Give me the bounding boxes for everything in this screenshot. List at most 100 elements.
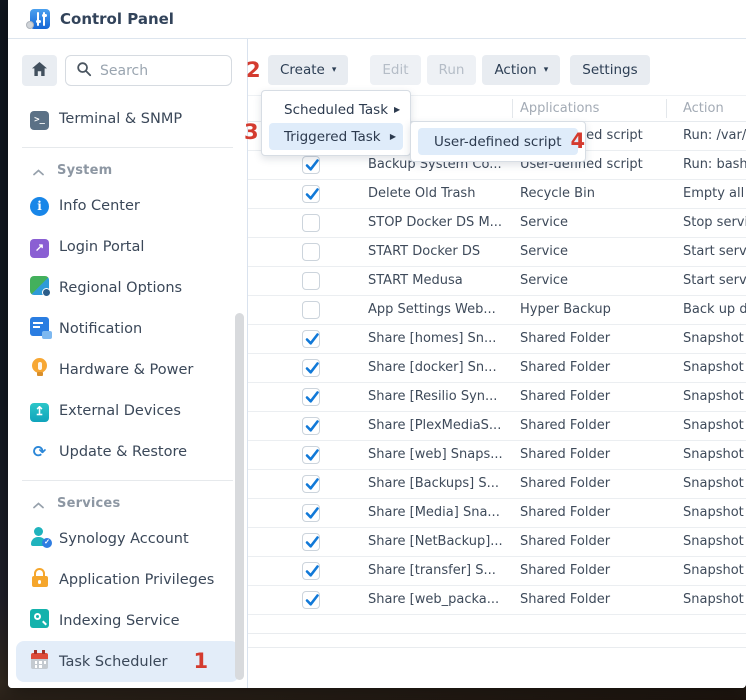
task-name-cell: Share [NetBackup]...	[368, 534, 510, 549]
sidebar-item-external-devices[interactable]: ↥External Devices	[8, 390, 247, 431]
action-cell: Stop servic	[683, 215, 746, 230]
sidebar-item-synology-account[interactable]: ✓Synology Account	[8, 518, 247, 559]
button-label: Create	[280, 62, 325, 78]
column-header-applications[interactable]: Applications	[520, 101, 599, 116]
menu-item-label: Triggered Task	[284, 129, 381, 145]
table-row[interactable]: Share [PlexMediaS...Shared FolderSnapsho…	[248, 412, 746, 441]
action-cell: Run: /var/p	[683, 128, 746, 143]
table-row[interactable]: Share [Resilio Syn...Shared FolderSnapsh…	[248, 383, 746, 412]
task-name-cell: Share [PlexMediaS...	[368, 418, 510, 433]
enabled-checkbox-checked[interactable]	[302, 533, 320, 551]
table-row[interactable]: START Docker DSServiceStart servic	[248, 238, 746, 267]
sidebar-item-update-restore[interactable]: ⟳Update & Restore	[8, 431, 247, 472]
sidebar-item-terminal-snmp[interactable]: >_ Terminal & SNMP	[8, 98, 247, 139]
sidebar-section-services[interactable]: Services	[8, 488, 247, 518]
search-icon	[76, 61, 92, 81]
enabled-checkbox-checked[interactable]	[302, 185, 320, 203]
sidebar-scrollbar[interactable]	[235, 313, 244, 680]
info-center-icon: i	[30, 195, 49, 216]
menu-item-scheduled-task[interactable]: Scheduled Task ▶	[269, 96, 403, 123]
application-privileges-icon	[30, 568, 49, 591]
sidebar-item-label: Terminal & SNMP	[59, 111, 182, 127]
applications-cell: Shared Folder	[520, 331, 664, 346]
table-row[interactable]: Share [Media] Sna...Shared FolderSnapsho…	[248, 499, 746, 528]
task-name-cell: Share [docker] Sn...	[368, 360, 510, 375]
table-row[interactable]: Share [homes] Sn...Shared FolderSnapshot	[248, 325, 746, 354]
sidebar-item-label: Indexing Service	[59, 613, 180, 629]
enabled-checkbox-checked[interactable]	[302, 475, 320, 493]
action-cell: Back up da	[683, 302, 746, 317]
action-cell: Start servic	[683, 273, 746, 288]
applications-cell: Recycle Bin	[520, 186, 664, 201]
enabled-checkbox-unchecked[interactable]	[302, 243, 320, 261]
sidebar-item-login-portal[interactable]: ↗Login Portal	[8, 226, 247, 267]
table-row[interactable]: Share [Backups] S...Shared FolderSnapsho…	[248, 470, 746, 499]
action-button[interactable]: Action▾	[482, 55, 560, 85]
enabled-checkbox-checked[interactable]	[302, 591, 320, 609]
annotation-step-1: 1	[194, 651, 209, 672]
table-row[interactable]: App Settings Web...Hyper BackupBack up d…	[248, 296, 746, 325]
enabled-checkbox-checked[interactable]	[302, 330, 320, 348]
task-name-cell: Share [web_packa...	[368, 592, 510, 607]
menu-item-label: Scheduled Task	[284, 102, 388, 118]
applications-cell: Shared Folder	[520, 592, 664, 607]
enabled-checkbox-unchecked[interactable]	[302, 214, 320, 232]
enabled-checkbox-checked[interactable]	[302, 446, 320, 464]
sidebar-item-info-center[interactable]: i Info Center	[8, 185, 247, 226]
enabled-checkbox-checked[interactable]	[302, 388, 320, 406]
regional-options-icon	[30, 276, 49, 299]
create-button[interactable]: Create▾	[268, 55, 348, 85]
action-cell: Snapshot	[683, 360, 746, 375]
search-input[interactable]: Search	[65, 55, 232, 86]
table-row[interactable]: Share [web_packa...Shared FolderSnapshot	[248, 586, 746, 615]
sidebar-section-system[interactable]: System	[8, 155, 247, 185]
applications-cell: Shared Folder	[520, 476, 664, 491]
annotation-step-3: 3	[244, 122, 259, 143]
sidebar-item-task-scheduler[interactable]: Task Scheduler1	[16, 641, 239, 682]
settings-button[interactable]: Settings	[570, 55, 649, 85]
applications-cell: Shared Folder	[520, 563, 664, 578]
enabled-checkbox-checked[interactable]	[302, 156, 320, 174]
menu-item-triggered-task[interactable]: Triggered Task ▶	[269, 123, 403, 150]
task-name-cell: Delete Old Trash	[368, 186, 510, 201]
task-name-cell: START Medusa	[368, 273, 510, 288]
task-name-cell: START Docker DS	[368, 244, 510, 259]
button-label: Run	[439, 62, 465, 78]
annotation-step-2: 2	[246, 60, 261, 81]
applications-cell: Shared Folder	[520, 389, 664, 404]
table-row[interactable]: Share [web] Snaps...Shared FolderSnapsho…	[248, 441, 746, 470]
enabled-checkbox-checked[interactable]	[302, 359, 320, 377]
enabled-checkbox-unchecked[interactable]	[302, 301, 320, 319]
enabled-checkbox-unchecked[interactable]	[302, 272, 320, 290]
sidebar-item-indexing-service[interactable]: Indexing Service	[8, 600, 247, 641]
table-row[interactable]: STOP Docker DS M...ServiceStop servic	[248, 209, 746, 238]
table-row[interactable]: START MedusaServiceStart servic	[248, 267, 746, 296]
sidebar-item-hardware-power[interactable]: Hardware & Power	[8, 349, 247, 390]
sidebar-item-label: Info Center	[59, 198, 140, 214]
sidebar-item-notification[interactable]: Notification	[8, 308, 247, 349]
menu-item-user-defined-script[interactable]: User-defined script 4	[418, 128, 578, 155]
action-cell: Run: bash /	[683, 157, 746, 172]
sidebar-item-regional-options[interactable]: Regional Options	[8, 267, 247, 308]
task-scheduler-icon	[30, 650, 49, 673]
home-button[interactable]	[22, 55, 57, 86]
home-icon	[31, 61, 48, 81]
sidebar-item-application-privileges[interactable]: Application Privileges	[8, 559, 247, 600]
action-cell: Snapshot	[683, 563, 746, 578]
table-row[interactable]: Share [transfer] S...Shared FolderSnapsh…	[248, 557, 746, 586]
table-row[interactable]: Share [docker] Sn... Shared Folder Snapsho…	[248, 354, 746, 383]
table-row[interactable]: Delete Old TrashRecycle BinEmpty all R	[248, 180, 746, 209]
column-header-action[interactable]: Action	[683, 101, 724, 116]
action-cell: Snapshot	[683, 331, 746, 346]
applications-cell: Shared Folder	[520, 360, 664, 375]
sidebar-item-label: External Devices	[59, 403, 181, 419]
task-name-cell: STOP Docker DS M...	[368, 215, 510, 230]
enabled-checkbox-checked[interactable]	[302, 504, 320, 522]
table-row[interactable]: Share [NetBackup]...Shared FolderSnapsho…	[248, 528, 746, 557]
enabled-checkbox-checked[interactable]	[302, 562, 320, 580]
terminal-icon: >_	[30, 107, 49, 130]
action-cell: Snapshot	[683, 476, 746, 491]
enabled-checkbox-checked[interactable]	[302, 417, 320, 435]
desktop-background: Control Panel Search	[0, 0, 746, 700]
action-cell: Start servic	[683, 244, 746, 259]
